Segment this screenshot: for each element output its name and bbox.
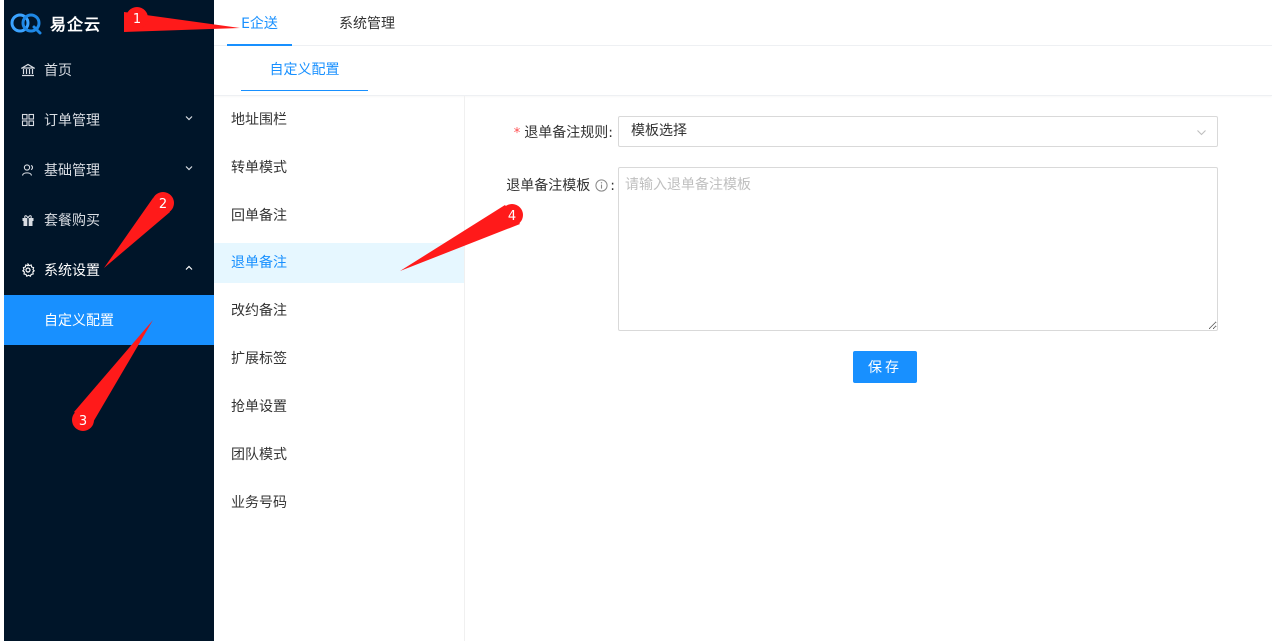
sidebar-item-package[interactable]: 套餐购买 — [4, 195, 214, 245]
template-label-colon: : — [610, 178, 615, 194]
tab-label: 自定义配置 — [269, 62, 340, 78]
menu-item-return-note[interactable]: 回单备注 — [214, 196, 464, 236]
sidebar-item-basic[interactable]: 基础管理 — [4, 145, 214, 195]
rule-select[interactable]: 模板选择 — [618, 116, 1218, 147]
gift-icon — [21, 213, 35, 227]
sidebar-subitem-label: 自定义配置 — [44, 313, 114, 329]
menu-item-label: 退单备注 — [231, 255, 287, 271]
sidebar-subitem-custom-config[interactable]: 自定义配置 — [4, 295, 214, 345]
tab-label: E企送 — [241, 16, 278, 32]
menu-item-cancel-note[interactable]: 退单备注 — [214, 243, 464, 283]
menu-item-transfer-mode[interactable]: 转单模式 — [214, 148, 464, 188]
bank-icon — [21, 63, 35, 77]
sidebar-item-system-settings[interactable]: 系统设置 — [4, 245, 214, 295]
annotation-number-4: 4 — [508, 209, 516, 224]
template-textarea[interactable] — [618, 167, 1218, 331]
rule-label: * 退单备注规则: — [470, 122, 613, 142]
sidebar-item-label: 基础管理 — [44, 163, 100, 179]
logo-mark-icon — [10, 13, 42, 35]
menu-item-label: 改约备注 — [231, 303, 287, 319]
template-label: 退单备注模板: — [470, 175, 615, 195]
sidebar-item-label: 系统设置 — [44, 263, 100, 279]
tab-custom-config[interactable]: 自定义配置 — [241, 46, 368, 91]
menu-item-team-mode[interactable]: 团队模式 — [214, 435, 464, 475]
menu-item-label: 扩展标签 — [231, 351, 287, 367]
menu-item-label: 回单备注 — [231, 208, 287, 224]
settings-menu: 地址围栏 转单模式 回单备注 退单备注 改约备注 扩展标签 抢单设置 团队模式 … — [214, 96, 465, 641]
tab-system-management[interactable]: 系统管理 — [332, 0, 402, 45]
annotation-badge-4 — [501, 204, 523, 226]
gear-icon — [21, 263, 35, 277]
sidebar-item-label: 套餐购买 — [44, 213, 100, 229]
chevron-down-icon — [1197, 130, 1206, 136]
menu-item-address-fence[interactable]: 地址围栏 — [214, 100, 464, 140]
save-button[interactable]: 保存 — [853, 351, 917, 383]
chevron-down-icon — [185, 166, 193, 171]
sidebar-item-orders[interactable]: 订单管理 — [4, 95, 214, 145]
menu-item-label: 抢单设置 — [231, 399, 287, 415]
required-mark: * — [513, 126, 521, 141]
sidebar-item-label: 首页 — [44, 63, 72, 79]
menu-item-label: 地址围栏 — [231, 112, 287, 128]
menu-item-extension-tags[interactable]: 扩展标签 — [214, 339, 464, 379]
menu-item-label: 转单模式 — [231, 160, 287, 176]
grid-icon — [21, 113, 35, 127]
app-logo[interactable]: 易企云 — [10, 8, 101, 38]
tab-label: 系统管理 — [339, 16, 395, 32]
sidebar: 易企云 首页 订单管理 基础管理 套餐购买 系统设置 自定义配置 — [4, 0, 214, 641]
template-label-text: 退单备注模板 — [506, 178, 591, 194]
menu-item-label: 业务号码 — [231, 495, 287, 511]
tab-e-qisong[interactable]: E企送 — [227, 0, 292, 46]
menu-item-label: 团队模式 — [231, 447, 287, 463]
chevron-down-icon — [185, 116, 193, 121]
rule-label-text: 退单备注规则: — [524, 125, 613, 141]
menu-item-business-number[interactable]: 业务号码 — [214, 483, 464, 523]
menu-item-grab-order-settings[interactable]: 抢单设置 — [214, 387, 464, 427]
users-icon — [21, 163, 35, 177]
sidebar-item-label: 订单管理 — [44, 113, 100, 129]
sub-tab-bar: 自定义配置 — [214, 46, 1272, 96]
top-tab-bar: E企送 系统管理 — [214, 0, 1272, 46]
info-circle-icon[interactable] — [595, 179, 608, 192]
chevron-up-icon — [185, 265, 193, 270]
rule-select-value: 模板选择 — [631, 123, 687, 139]
logo-text: 易企云 — [50, 15, 102, 34]
menu-item-reschedule-note[interactable]: 改约备注 — [214, 291, 464, 331]
sidebar-item-home[interactable]: 首页 — [4, 45, 214, 95]
